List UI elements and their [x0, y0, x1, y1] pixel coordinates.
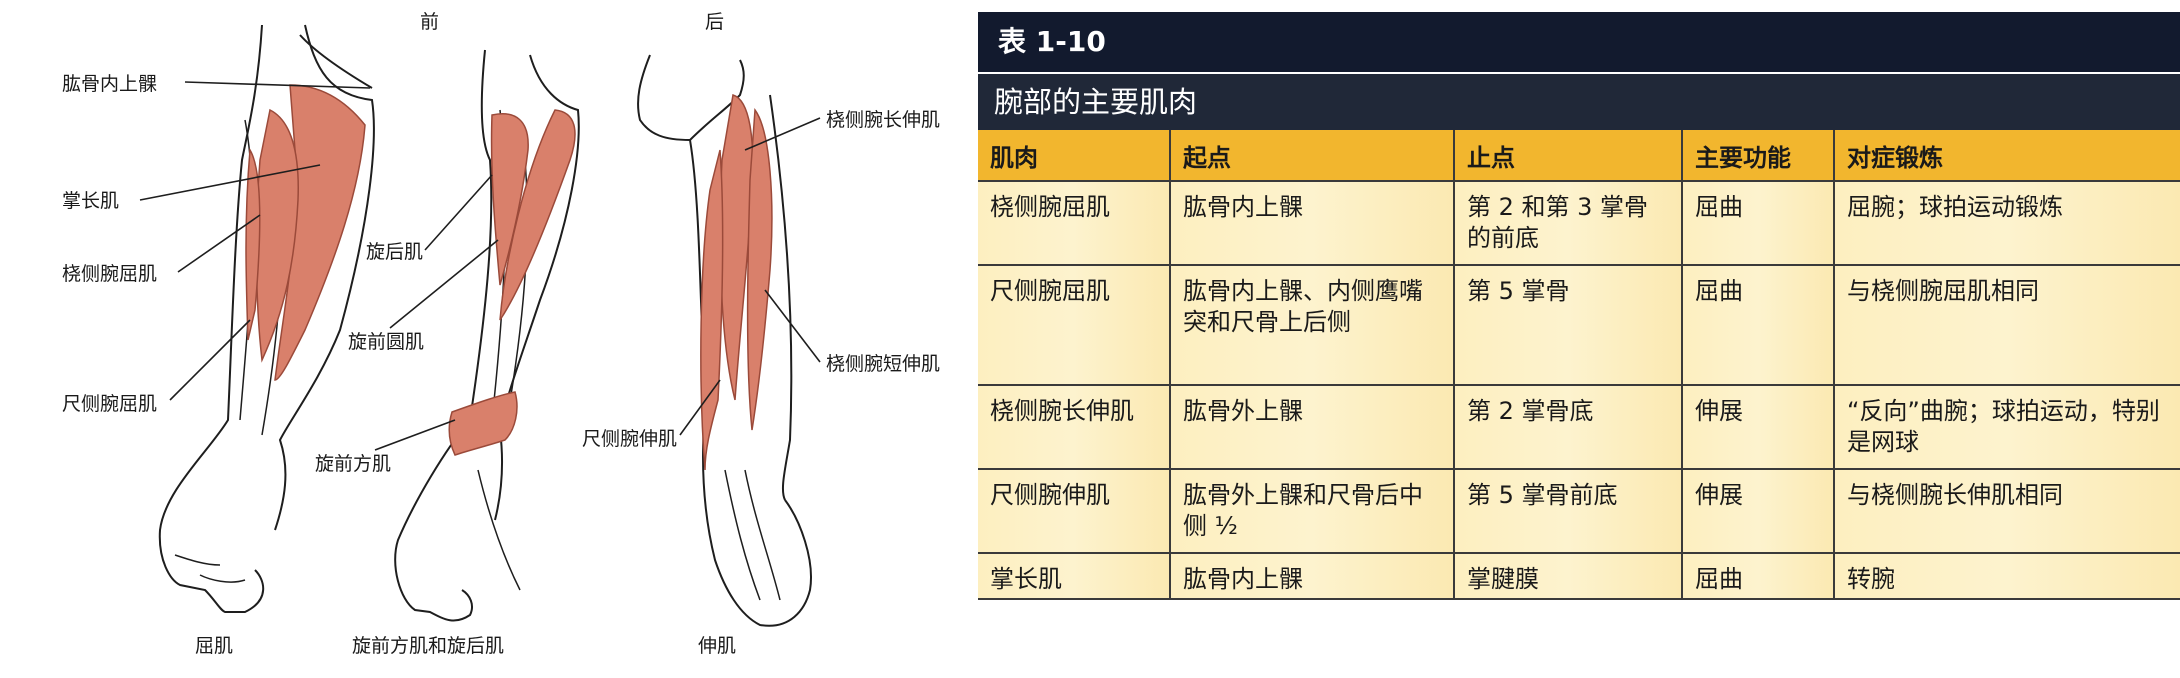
table-row: 桡侧腕屈肌 肱骨内上髁 第 2 和第 3 掌骨的前底 屈曲 屈腕；球拍运动锻炼: [978, 181, 2180, 266]
extensor-muscles: [700, 94, 773, 471]
cell-function: 屈曲: [1682, 553, 1835, 600]
cell-origin: 肱骨内上髁: [1170, 181, 1455, 266]
cell-exercise: 与桡侧腕长伸肌相同: [1834, 469, 2180, 554]
label-flexor-carpi-radialis: 桡侧腕屈肌: [62, 263, 157, 285]
cell-muscle: 尺侧腕伸肌: [978, 469, 1171, 554]
cell-insertion: 第 5 掌骨前底: [1454, 469, 1683, 554]
label-supinator: 旋后肌: [366, 241, 423, 263]
caption-extensors: 伸肌: [698, 635, 736, 657]
table-row: 尺侧腕伸肌 肱骨外上髁和尺骨后中侧 ½ 第 5 掌骨前底 伸展 与桡侧腕长伸肌相…: [978, 469, 2180, 554]
cell-origin: 肱骨外上髁: [1170, 385, 1455, 470]
cell-exercise: 屈腕；球拍运动锻炼: [1834, 181, 2180, 266]
col-header-insertion: 止点: [1454, 130, 1683, 182]
cell-function: 伸展: [1682, 469, 1835, 554]
label-flexor-carpi-ulnaris: 尺侧腕屈肌: [62, 393, 157, 415]
cell-insertion: 第 2 掌骨底: [1454, 385, 1683, 470]
front-view-label: 前: [420, 11, 439, 33]
table-row: 桡侧腕长伸肌 肱骨外上髁 第 2 掌骨底 伸展 “反向”曲腕；球拍运动，特别是网…: [978, 385, 2180, 470]
table-title: 腕部的主要肌肉: [978, 74, 2180, 130]
cell-origin: 肱骨内上髁: [1170, 553, 1455, 600]
wrist-muscles-table: 肌肉 起点 止点 主要功能 对症锻炼 桡侧腕屈肌 肱骨内上髁 第 2 和第 3 …: [978, 130, 2180, 600]
label-pronator-quadratus: 旋前方肌: [315, 453, 391, 475]
caption-flexors: 屈肌: [195, 635, 233, 657]
col-header-muscle: 肌肉: [978, 130, 1171, 182]
cell-function: 屈曲: [1682, 265, 1835, 386]
label-ecu: 尺侧腕伸肌: [582, 428, 677, 450]
back-view-label: 后: [705, 11, 724, 33]
cell-function: 屈曲: [1682, 181, 1835, 266]
pronator-muscles: [448, 109, 576, 456]
col-header-function: 主要功能: [1682, 130, 1835, 182]
table-number: 表 1-10: [978, 12, 2180, 72]
col-header-origin: 起点: [1170, 130, 1455, 182]
muscle-table-panel: 表 1-10 腕部的主要肌肉 肌肉 起点 止点 主要功能 对症锻炼 桡侧腕屈肌 …: [978, 12, 2180, 652]
cell-function: 伸展: [1682, 385, 1835, 470]
caption-pronators: 旋前方肌和旋后肌: [352, 635, 504, 657]
table-header-row: 肌肉 起点 止点 主要功能 对症锻炼: [978, 130, 2180, 182]
label-palmaris-longus: 掌长肌: [62, 190, 119, 212]
cell-muscle: 尺侧腕屈肌: [978, 265, 1171, 386]
cell-muscle: 掌长肌: [978, 553, 1171, 600]
cell-insertion: 掌腱膜: [1454, 553, 1683, 600]
col-header-exercise: 对症锻炼: [1834, 130, 2180, 182]
cell-origin: 肱骨外上髁和尺骨后中侧 ½: [1170, 469, 1455, 554]
label-medial-epicondyle: 肱骨内上髁: [62, 73, 157, 95]
cell-exercise: 与桡侧腕屈肌相同: [1834, 265, 2180, 386]
cell-insertion: 第 2 和第 3 掌骨的前底: [1454, 181, 1683, 266]
cell-muscle: 桡侧腕长伸肌: [978, 385, 1171, 470]
label-pronator-teres: 旋前圆肌: [348, 331, 424, 353]
table-row: 掌长肌 肱骨内上髁 掌腱膜 屈曲 转腕: [978, 553, 2180, 600]
cell-muscle: 桡侧腕屈肌: [978, 181, 1171, 266]
forearm-anatomy-illustration: 前 后 肱骨内上髁 掌长肌 桡侧腕屈肌 尺侧腕屈肌 旋后肌 旋前圆肌 旋前方肌 …: [62, 11, 940, 657]
cell-origin: 肱骨内上髁、内侧鹰嘴突和尺骨上后侧: [1170, 265, 1455, 386]
cell-exercise: “反向”曲腕；球拍运动，特别是网球: [1834, 385, 2180, 470]
table-row: 尺侧腕屈肌 肱骨内上髁、内侧鹰嘴突和尺骨上后侧 第 5 掌骨 屈曲 与桡侧腕屈肌…: [978, 265, 2180, 386]
cell-exercise: 转腕: [1834, 553, 2180, 600]
cell-insertion: 第 5 掌骨: [1454, 265, 1683, 386]
label-ecrb: 桡侧腕短伸肌: [826, 353, 940, 375]
label-ecrl: 桡侧腕长伸肌: [826, 109, 940, 131]
